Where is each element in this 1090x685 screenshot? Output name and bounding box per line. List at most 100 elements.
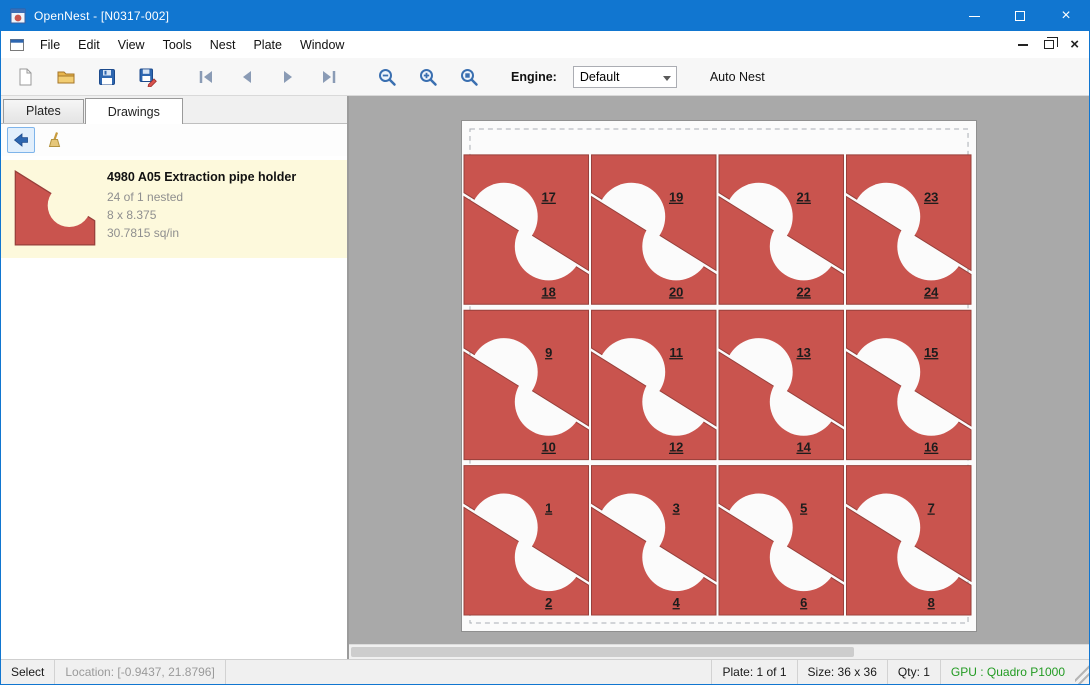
plate-sheet[interactable]: 17 18 19 20 21 22 23 24 9 10 11 12	[461, 120, 977, 632]
part-number[interactable]: 11	[669, 345, 683, 360]
mdi-minimize-button[interactable]	[1018, 44, 1028, 46]
maximize-icon	[1015, 11, 1025, 21]
part-number[interactable]: 2	[545, 595, 552, 610]
part-number[interactable]: 10	[541, 440, 555, 455]
menu-nest[interactable]: Nest	[201, 33, 245, 57]
mdi-restore-button[interactable]	[1044, 40, 1054, 49]
part-number[interactable]: 18	[541, 284, 555, 299]
last-plate-button[interactable]	[313, 62, 345, 92]
clear-button[interactable]	[41, 127, 69, 153]
new-button[interactable]	[9, 62, 41, 92]
first-plate-button[interactable]	[190, 62, 222, 92]
engine-select[interactable]: Default	[573, 66, 677, 88]
part-number[interactable]: 23	[924, 190, 938, 205]
part-pair[interactable]: 11 12	[592, 310, 717, 459]
menu-tools[interactable]: Tools	[154, 33, 201, 57]
part-pair[interactable]: 21 22	[719, 155, 844, 304]
save-icon	[97, 67, 117, 87]
open-button[interactable]	[50, 62, 82, 92]
navigation-tool-group	[190, 62, 345, 92]
minimize-icon	[969, 16, 980, 17]
part-number[interactable]: 3	[673, 500, 680, 515]
save-as-button[interactable]	[132, 62, 164, 92]
mdi-close-button[interactable]: ×	[1070, 37, 1079, 52]
maximize-button[interactable]	[997, 1, 1043, 31]
drawing-thumbnail	[9, 168, 101, 248]
nest-canvas[interactable]: 17 18 19 20 21 22 23 24 9 10 11 12	[349, 96, 1089, 659]
close-button[interactable]: ×	[1043, 1, 1089, 31]
part-thumbnail-shape	[15, 171, 94, 245]
drawing-nested-count: 24 of 1 nested	[107, 188, 296, 206]
part-pair[interactable]: 9 10	[464, 310, 589, 459]
app-icon	[10, 8, 26, 24]
part-pair[interactable]: 7 8	[847, 466, 972, 615]
menu-bar: File Edit View Tools Nest Plate Window ×	[1, 31, 1089, 58]
part-number[interactable]: 17	[541, 190, 555, 205]
part-number[interactable]: 13	[796, 345, 810, 360]
status-bar: Select Location: [-0.9437, 21.8796] Plat…	[1, 659, 1089, 684]
part-number[interactable]: 12	[669, 440, 683, 455]
part-number[interactable]: 1	[545, 500, 552, 515]
blue-arrow-icon	[12, 131, 30, 149]
previous-icon	[237, 67, 257, 87]
menu-plate[interactable]: Plate	[244, 33, 291, 57]
scrollbar-thumb[interactable]	[351, 647, 854, 657]
first-icon	[196, 67, 216, 87]
zoom-out-button[interactable]	[371, 62, 403, 92]
part-number[interactable]: 9	[545, 345, 552, 360]
tab-plates[interactable]: Plates	[3, 99, 84, 123]
drawing-list-item[interactable]: 4980 A05 Extraction pipe holder 24 of 1 …	[1, 160, 347, 258]
part-number[interactable]: 20	[669, 284, 683, 299]
document-icon	[9, 37, 25, 53]
previous-plate-button[interactable]	[231, 62, 263, 92]
plate-canvas[interactable]: 17 18 19 20 21 22 23 24 9 10 11 12	[462, 121, 976, 631]
next-plate-button[interactable]	[272, 62, 304, 92]
part-number[interactable]: 16	[924, 440, 938, 455]
content-area: Plates Drawings	[1, 96, 1089, 659]
part-number[interactable]: 15	[924, 345, 938, 360]
part-pair[interactable]: 23 24	[847, 155, 972, 304]
part-number[interactable]: 4	[673, 595, 681, 610]
part-number[interactable]: 7	[928, 500, 935, 515]
drawing-size: 8 x 8.375	[107, 206, 296, 224]
zoom-fit-button[interactable]	[453, 62, 485, 92]
menu-view[interactable]: View	[109, 33, 154, 57]
app-window: OpenNest - [N0317-002] × File Edit View …	[0, 0, 1090, 685]
part-pair[interactable]: 19 20	[592, 155, 717, 304]
minimize-button[interactable]	[951, 1, 997, 31]
part-pair[interactable]: 13 14	[719, 310, 844, 459]
menu-edit[interactable]: Edit	[69, 33, 109, 57]
part-number[interactable]: 5	[800, 500, 807, 515]
auto-nest-button[interactable]: Auto Nest	[704, 66, 771, 88]
zoom-in-button[interactable]	[412, 62, 444, 92]
save-button[interactable]	[91, 62, 123, 92]
sidebar: Plates Drawings	[1, 96, 349, 659]
part-pair[interactable]: 15 16	[847, 310, 972, 459]
menu-window[interactable]: Window	[291, 33, 353, 57]
window-title: OpenNest - [N0317-002]	[34, 9, 169, 23]
part-pair[interactable]: 17 18	[464, 155, 589, 304]
part-number[interactable]: 24	[924, 284, 939, 299]
title-bar[interactable]: OpenNest - [N0317-002] ×	[1, 1, 1089, 31]
part-pair[interactable]: 3 4	[592, 466, 717, 615]
part-number[interactable]: 21	[796, 190, 810, 205]
part-number[interactable]: 19	[669, 190, 683, 205]
horizontal-scrollbar[interactable]	[349, 644, 1089, 659]
file-tool-group	[9, 62, 164, 92]
status-plate: Plate: 1 of 1	[711, 660, 796, 684]
part-number[interactable]: 14	[796, 440, 811, 455]
part-pair[interactable]: 1 2	[464, 466, 589, 615]
return-part-button[interactable]	[7, 127, 35, 153]
part-number[interactable]: 8	[928, 595, 935, 610]
menu-file[interactable]: File	[31, 33, 69, 57]
tab-drawings[interactable]: Drawings	[85, 98, 183, 124]
broom-icon	[46, 131, 64, 149]
part-number[interactable]: 6	[800, 595, 807, 610]
part-number[interactable]: 22	[796, 284, 810, 299]
drawing-area: 30.7815 sq/in	[107, 224, 296, 242]
resize-grip[interactable]	[1075, 660, 1089, 684]
main-toolbar: Engine: Default Auto Nest	[1, 58, 1089, 96]
new-file-icon	[15, 67, 35, 87]
drawing-title: 4980 A05 Extraction pipe holder	[107, 170, 296, 184]
part-pair[interactable]: 5 6	[719, 466, 844, 615]
